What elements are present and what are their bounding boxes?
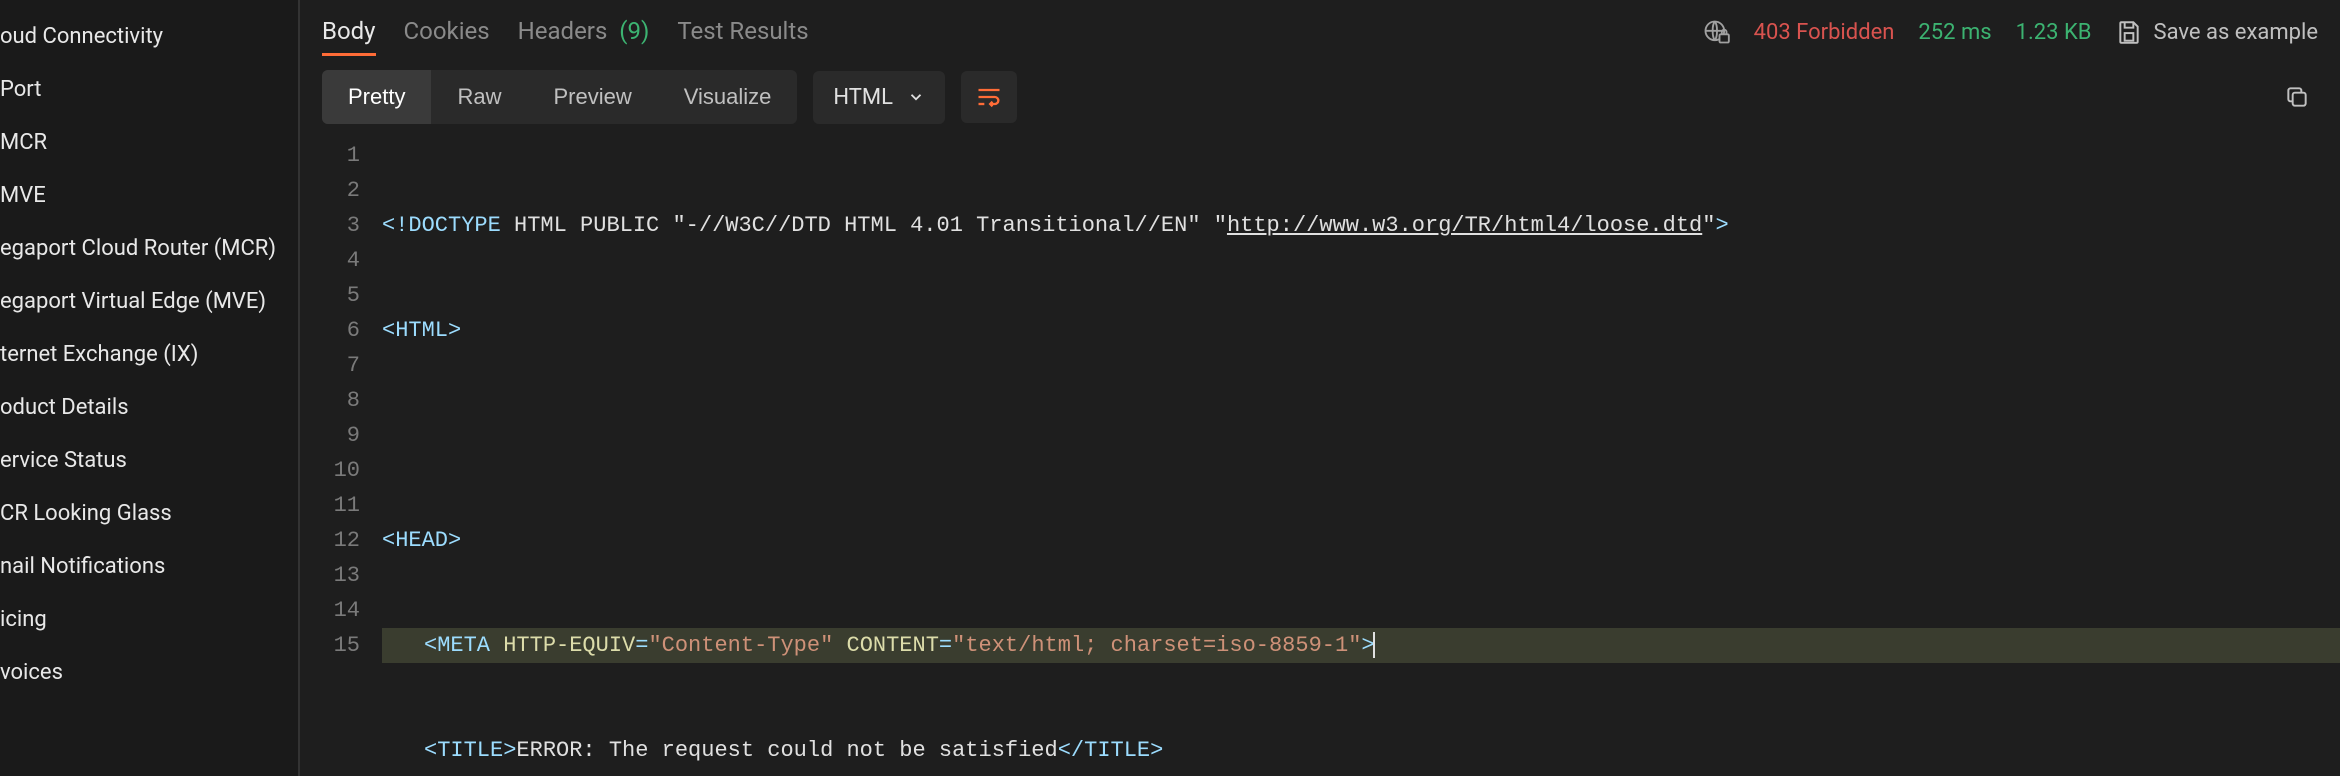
response-topbar: Body Cookies Headers (9) Test Results 40…: [300, 0, 2340, 56]
status-size: 1.23 KB: [2016, 20, 2092, 45]
view-mode-visualize[interactable]: Visualize: [658, 70, 798, 124]
wrap-lines-button[interactable]: [961, 71, 1017, 123]
language-dropdown-label: HTML: [833, 85, 893, 110]
sidebar-item-invoices[interactable]: voices: [0, 646, 298, 699]
save-icon: [2116, 19, 2142, 45]
view-mode-group: Pretty Raw Preview Visualize: [322, 70, 797, 124]
response-toolbar: Pretty Raw Preview Visualize HTML: [300, 56, 2340, 138]
view-mode-preview[interactable]: Preview: [527, 70, 657, 124]
sidebar-item-mve[interactable]: MVE: [0, 169, 298, 222]
response-body-code[interactable]: 123456789101112131415 <!DOCTYPE HTML PUB…: [300, 138, 2340, 776]
sidebar: oud Connectivity Port MCR MVE egaport Cl…: [0, 0, 300, 776]
status-code: 403 Forbidden: [1754, 20, 1895, 45]
globe-lock-icon[interactable]: [1702, 18, 1730, 46]
chevron-down-icon: [907, 88, 925, 106]
response-panel: Body Cookies Headers (9) Test Results 40…: [300, 0, 2340, 776]
view-mode-raw[interactable]: Raw: [431, 70, 527, 124]
save-as-example-button[interactable]: Save as example: [2116, 19, 2319, 45]
sidebar-item-megaport-virtual-edge[interactable]: egaport Virtual Edge (MVE): [0, 275, 298, 328]
line-number-gutter: 123456789101112131415: [318, 138, 382, 776]
sidebar-item-megaport-cloud-router[interactable]: egaport Cloud Router (MCR): [0, 222, 298, 275]
tab-headers-label: Headers: [518, 17, 608, 45]
sidebar-item-product-details[interactable]: oduct Details: [0, 381, 298, 434]
sidebar-item-mcr[interactable]: MCR: [0, 116, 298, 169]
tab-body[interactable]: Body: [322, 9, 376, 56]
sidebar-item-internet-exchange[interactable]: ternet Exchange (IX): [0, 328, 298, 381]
tab-headers-count: (9): [619, 17, 649, 45]
sidebar-item-mcr-looking-glass[interactable]: CR Looking Glass: [0, 487, 298, 540]
copy-icon: [2284, 84, 2310, 110]
response-tabs: Body Cookies Headers (9) Test Results: [322, 9, 1702, 56]
sidebar-item-service-status[interactable]: ervice Status: [0, 434, 298, 487]
code-content[interactable]: <!DOCTYPE HTML PUBLIC "-//W3C//DTD HTML …: [382, 138, 2340, 776]
response-status: 403 Forbidden 252 ms 1.23 KB: [1702, 18, 2116, 46]
tab-headers[interactable]: Headers (9): [518, 9, 650, 56]
sidebar-item-pricing[interactable]: icing: [0, 593, 298, 646]
tab-test-results[interactable]: Test Results: [677, 9, 808, 56]
status-time: 252 ms: [1918, 20, 1991, 45]
save-as-example-label: Save as example: [2154, 20, 2319, 45]
view-mode-pretty[interactable]: Pretty: [322, 70, 431, 124]
tab-cookies[interactable]: Cookies: [404, 9, 490, 56]
language-dropdown[interactable]: HTML: [813, 71, 945, 124]
sidebar-item-email-notifications[interactable]: nail Notifications: [0, 540, 298, 593]
text-cursor: [1373, 632, 1375, 658]
sidebar-item-port[interactable]: Port: [0, 63, 298, 116]
copy-button[interactable]: [2276, 76, 2318, 118]
sidebar-item-cloud-connectivity[interactable]: oud Connectivity: [0, 10, 298, 63]
wrap-icon: [975, 83, 1003, 111]
